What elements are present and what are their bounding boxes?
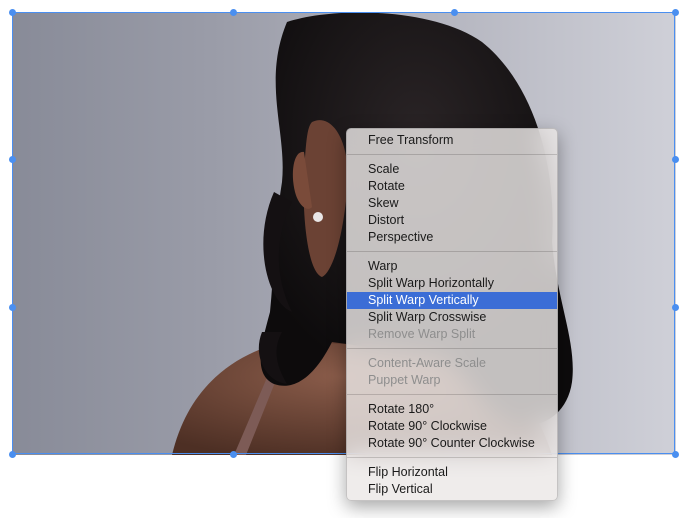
transform-handle-top-left-third[interactable] — [229, 8, 237, 16]
transform-handle-left-lower[interactable] — [8, 303, 16, 311]
pearl-earring — [313, 212, 323, 222]
menu-separator — [347, 251, 557, 252]
menu-item-distort[interactable]: Distort — [347, 212, 557, 229]
menu-separator — [347, 394, 557, 395]
transform-context-menu: Free Transform Scale Rotate Skew Distort… — [346, 128, 558, 501]
menu-item-puppet-warp: Puppet Warp — [368, 373, 441, 387]
menu-item-content-aware-scale: Content-Aware Scale — [368, 356, 486, 370]
portrait-photo[interactable] — [12, 12, 676, 455]
menu-item-flip-vertical[interactable]: Flip Vertical — [347, 481, 557, 498]
menu-separator — [347, 348, 557, 349]
menu-item-rotate-90-counter-clockwise[interactable]: Rotate 90° Counter Clockwise — [347, 435, 557, 452]
menu-item-split-warp-horizontally[interactable]: Split Warp Horizontally — [347, 275, 557, 292]
menu-item-warp[interactable]: Warp — [347, 258, 557, 275]
menu-item-split-warp-crosswise[interactable]: Split Warp Crosswise — [347, 309, 557, 326]
menu-item-scale[interactable]: Scale — [347, 161, 557, 178]
transform-handle-bottom-left-third[interactable] — [229, 450, 237, 458]
transform-handle-bottom-left[interactable] — [8, 450, 16, 458]
menu-item-split-warp-vertically[interactable]: Split Warp Vertically — [347, 292, 557, 309]
menu-separator — [347, 154, 557, 155]
transform-handle-top-right-third[interactable] — [450, 8, 458, 16]
transform-handle-right-upper[interactable] — [671, 155, 679, 163]
menu-item-rotate-90-clockwise[interactable]: Rotate 90° Clockwise — [347, 418, 557, 435]
transform-handle-bottom-right[interactable] — [671, 450, 679, 458]
photo-editor-canvas: Free Transform Scale Rotate Skew Distort… — [0, 0, 696, 518]
menu-item-free-transform[interactable]: Free Transform — [347, 132, 557, 149]
menu-separator — [347, 457, 557, 458]
menu-item-perspective[interactable]: Perspective — [347, 229, 557, 246]
transform-handle-left-upper[interactable] — [8, 155, 16, 163]
transform-handle-top-right[interactable] — [671, 8, 679, 16]
menu-item-rotate[interactable]: Rotate — [347, 178, 557, 195]
transform-handle-right-lower[interactable] — [671, 303, 679, 311]
menu-item-remove-warp-split: Remove Warp Split — [368, 327, 476, 341]
portrait-illustration — [172, 12, 573, 455]
transform-handle-top-left[interactable] — [8, 8, 16, 16]
menu-item-skew[interactable]: Skew — [347, 195, 557, 212]
menu-item-rotate-180[interactable]: Rotate 180° — [347, 401, 557, 418]
menu-item-flip-horizontal[interactable]: Flip Horizontal — [347, 464, 557, 481]
